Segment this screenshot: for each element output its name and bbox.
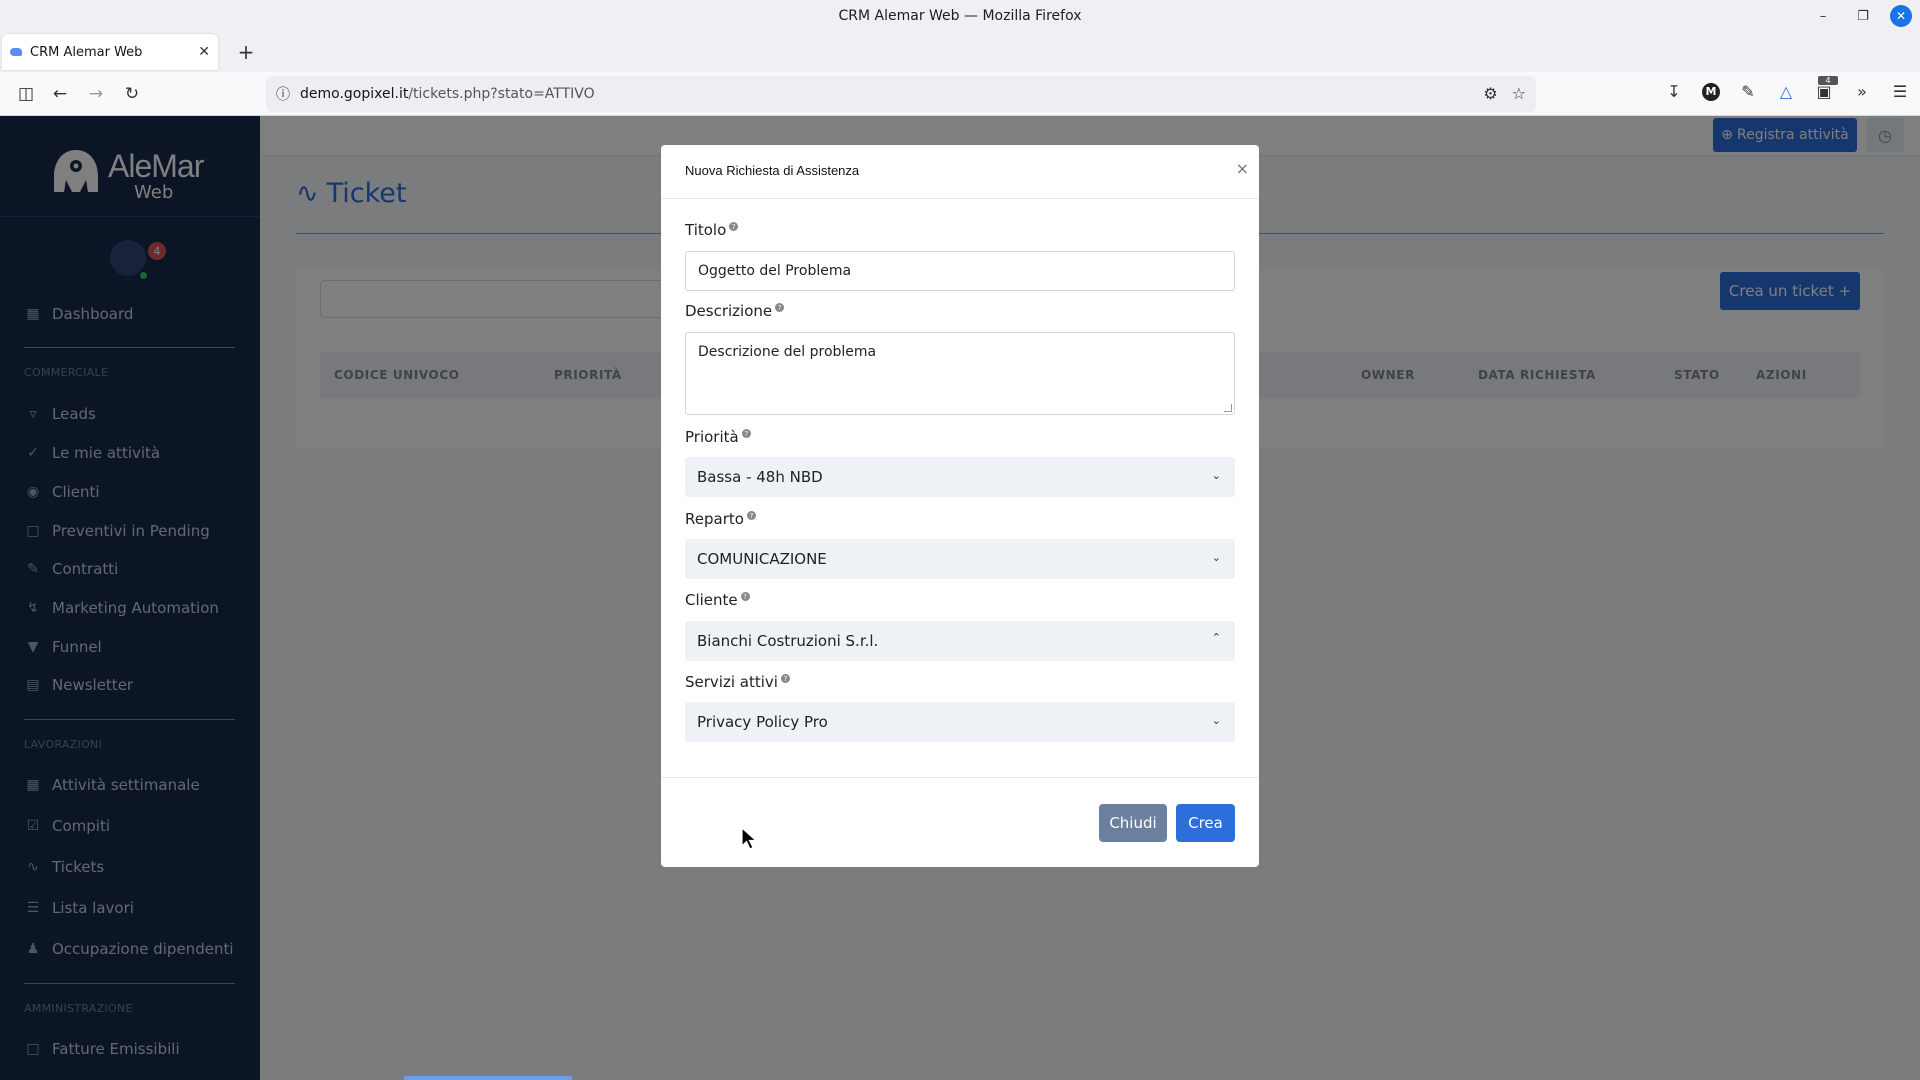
bookmark-star-icon[interactable]: ☆ xyxy=(1512,84,1526,103)
titolo-label: Titolo? xyxy=(685,221,739,239)
toolbar-icons: ↧ M ✎ △ ▣ 4 » ☰ xyxy=(1664,76,1910,101)
forward-icon[interactable]: → xyxy=(84,82,108,106)
reparto-label-text: Reparto xyxy=(685,510,744,528)
cliente-value: Bianchi Costruzioni S.r.l. xyxy=(697,632,879,650)
maximize-icon[interactable]: ❐ xyxy=(1850,3,1876,29)
titolo-input[interactable]: Oggetto del Problema xyxy=(685,251,1235,291)
tab-bar: CRM Alemar Web ✕ + xyxy=(0,32,1920,72)
servizi-label: Servizi attivi? xyxy=(685,673,790,691)
download-icon[interactable]: ↧ xyxy=(1664,82,1684,101)
overflow-chevrons-icon[interactable]: » xyxy=(1852,82,1872,101)
cliente-label-text: Cliente xyxy=(685,591,738,609)
help-icon[interactable]: ? xyxy=(775,303,785,312)
chiudi-button[interactable]: Chiudi xyxy=(1099,804,1167,842)
chevron-down-icon: ⌄ xyxy=(1211,714,1221,727)
sidebar-toggle-icon[interactable]: ◫ xyxy=(14,82,38,106)
close-window-icon[interactable]: ✕ xyxy=(1890,5,1912,27)
crea-button[interactable]: Crea xyxy=(1176,804,1235,842)
modal-title: Nuova Richiesta di Assistenza xyxy=(685,163,860,178)
drive-icon[interactable]: △ xyxy=(1776,82,1796,101)
reload-icon[interactable]: ↻ xyxy=(120,82,144,106)
servizi-select[interactable]: Privacy Policy Pro ⌄ xyxy=(685,702,1235,742)
account-avatar-icon[interactable]: M xyxy=(1702,82,1720,101)
chevron-down-icon: ⌄ xyxy=(1211,551,1221,564)
url-text: demo.gopixel.it/tickets.php?stato=ATTIVO xyxy=(300,86,595,102)
priorita-value: Bassa - 48h NBD xyxy=(697,468,823,486)
extension-badge-icon[interactable]: ▣ 4 xyxy=(1814,76,1838,101)
help-icon[interactable]: ? xyxy=(740,592,750,601)
titolo-label-text: Titolo xyxy=(685,221,727,239)
window-title: CRM Alemar Web — Mozilla Firefox xyxy=(838,8,1082,24)
help-icon[interactable]: ? xyxy=(746,511,756,520)
help-icon[interactable]: ? xyxy=(741,429,751,438)
resize-handle-icon[interactable] xyxy=(1224,404,1232,412)
site-info-icon[interactable]: ⓘ xyxy=(276,84,290,104)
new-ticket-modal: Nuova Richiesta di Assistenza × Titolo? … xyxy=(661,145,1259,867)
priorita-select[interactable]: Bassa - 48h NBD ⌄ xyxy=(685,457,1235,497)
minimize-icon[interactable]: – xyxy=(1810,3,1836,29)
servizi-value: Privacy Policy Pro xyxy=(697,713,828,731)
mouse-cursor-icon xyxy=(741,827,758,850)
cliente-select[interactable]: Bianchi Costruzioni S.r.l. ⌃ xyxy=(685,621,1235,661)
descrizione-label: Descrizione? xyxy=(685,302,785,320)
descrizione-value: Descrizione del problema xyxy=(698,344,877,360)
priorita-label: Priorità? xyxy=(685,428,751,446)
servizi-label-text: Servizi attivi xyxy=(685,673,778,691)
cliente-label: Cliente? xyxy=(685,591,750,609)
url-bar[interactable]: ⓘ demo.gopixel.it/tickets.php?stato=ATTI… xyxy=(266,76,1536,112)
navigation-bar: ◫ ← → ↻ ⓘ demo.gopixel.it/tickets.php?st… xyxy=(0,72,1920,116)
priorita-label-text: Priorità xyxy=(685,428,739,446)
titolo-value: Oggetto del Problema xyxy=(698,263,852,279)
tab-close-icon[interactable]: ✕ xyxy=(198,44,210,60)
url-actions: ⚙ ☆ xyxy=(1483,84,1526,103)
browser-tab[interactable]: CRM Alemar Web ✕ xyxy=(2,34,218,70)
menu-icon[interactable]: ☰ xyxy=(1890,82,1910,101)
chevron-up-icon: ⌃ xyxy=(1211,631,1221,644)
modal-header: Nuova Richiesta di Assistenza × xyxy=(661,145,1259,199)
back-icon[interactable]: ← xyxy=(48,82,72,106)
tab-title: CRM Alemar Web xyxy=(30,44,143,60)
descrizione-label-text: Descrizione xyxy=(685,302,773,320)
close-icon[interactable]: × xyxy=(1236,159,1249,178)
window-controls: – ❐ ✕ xyxy=(1810,3,1912,29)
extensions-icon[interactable]: ✎ xyxy=(1738,82,1758,101)
reparto-label: Reparto? xyxy=(685,510,756,528)
bug-icon[interactable]: ⚙ xyxy=(1483,84,1497,103)
modal-footer-divider xyxy=(661,777,1259,778)
favicon-icon xyxy=(10,48,22,56)
chevron-down-icon: ⌄ xyxy=(1211,469,1221,482)
descrizione-textarea[interactable]: Descrizione del problema xyxy=(685,332,1235,415)
new-tab-icon[interactable]: + xyxy=(234,40,258,64)
help-icon[interactable]: ? xyxy=(729,222,739,231)
help-icon[interactable]: ? xyxy=(780,674,790,683)
reparto-value: COMUNICAZIONE xyxy=(697,550,827,568)
reparto-select[interactable]: COMUNICAZIONE ⌄ xyxy=(685,539,1235,579)
window-titlebar: CRM Alemar Web — Mozilla Firefox – ❐ ✕ xyxy=(0,0,1920,32)
horizontal-scrollbar[interactable] xyxy=(404,1076,572,1080)
